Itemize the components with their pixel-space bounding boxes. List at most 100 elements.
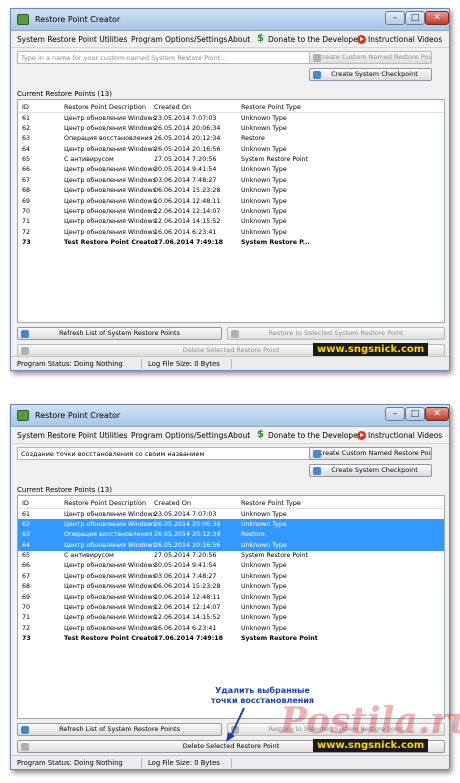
- table-row[interactable]: 67 Центр обновления Windows 03.06.2014 7:4…: [18, 571, 444, 581]
- window-title: Restore Point Creator: [35, 15, 121, 24]
- menu-about[interactable]: About: [228, 431, 250, 440]
- cell-id: 70: [22, 208, 31, 216]
- app-window-empty-input: Restore Point Creator – □ ✕ System Resto…: [10, 8, 450, 371]
- table-row[interactable]: 61 Центр обновления Windows 23.05.2014 7:0…: [18, 113, 444, 123]
- cell-type: Unknown Type: [241, 114, 287, 122]
- cell-id: 71: [22, 218, 31, 226]
- cell-type: Unknown Type: [241, 624, 287, 632]
- restore-points-list[interactable]: ID Restore Point Description Created On …: [17, 99, 445, 323]
- table-row[interactable]: 68 Центр обновления Windows 06.06.2014 15:…: [18, 186, 444, 196]
- list-header: ID Restore Point Description Created On …: [18, 100, 444, 113]
- table-row[interactable]: 70 Центр обновления Windows 12.06.2014 12:…: [18, 207, 444, 217]
- menu-about[interactable]: About: [228, 35, 250, 44]
- create-checkpoint-button[interactable]: Create System Checkpoint: [309, 68, 432, 81]
- cell-created-on: 17.06.2014 7:49:18: [154, 635, 223, 643]
- menu-options[interactable]: Program Options/Settings: [131, 431, 227, 440]
- table-row[interactable]: 73 Test Restore Point Creator 17.06.2014 7…: [18, 634, 444, 644]
- table-row[interactable]: 63 Операция восстановления 26.05.2014 20:1…: [18, 134, 444, 144]
- table-row[interactable]: 71 Центр обновления Windows 12.06.2014 14:…: [18, 613, 444, 623]
- maximize-button[interactable]: □: [405, 407, 425, 421]
- app-icon: [17, 14, 29, 25]
- dollar-icon: $: [257, 33, 264, 44]
- cell-description: Test Restore Point Creator: [64, 239, 158, 247]
- menu-utilities[interactable]: System Restore Point Utilities: [17, 35, 127, 44]
- cell-id: 64: [22, 541, 31, 549]
- table-row[interactable]: 69 Центр обновления Windows 10.06.2014 12:…: [18, 196, 444, 206]
- table-row[interactable]: 66 Центр обновления Windows 30.05.2014 9:4…: [18, 165, 444, 175]
- create-custom-button[interactable]: Create Custom Named Restore Point: [309, 447, 432, 460]
- menu-videos[interactable]: Instructional Videos: [368, 431, 442, 440]
- table-row[interactable]: 62 Центр обновления Windows 26.05.2014 20:…: [18, 519, 444, 530]
- cell-type: Unknown Type: [241, 520, 287, 528]
- create-custom-button[interactable]: Create Custom Named Restore Point: [309, 51, 432, 64]
- col-date-header[interactable]: Created On: [154, 499, 191, 507]
- cell-created-on: 27.05.2014 7:20:56: [154, 156, 217, 164]
- title-bar[interactable]: Restore Point Creator – □ ✕: [11, 405, 449, 427]
- cell-type: Unknown Type: [241, 604, 287, 612]
- table-row[interactable]: 72 Центр обновления Windows 16.06.2014 6:2…: [18, 623, 444, 633]
- table-row[interactable]: 63 Операция восстановления 26.05.2014 20:1…: [18, 529, 444, 541]
- status-separator: [141, 758, 142, 768]
- minimize-button[interactable]: –: [385, 407, 405, 421]
- close-button[interactable]: ✕: [425, 11, 449, 25]
- table-row[interactable]: 71 Центр обновления Windows 12.06.2014 14:…: [18, 217, 444, 227]
- table-row[interactable]: 68 Центр обновления Windows 06.06.2014 15:…: [18, 582, 444, 592]
- table-row[interactable]: 64 Центр обновления Windows 26.05.2014 20:…: [18, 540, 444, 551]
- cell-type: Unknown Type: [241, 187, 287, 195]
- restore-name-input[interactable]: [17, 51, 312, 64]
- menu-videos[interactable]: Instructional Videos: [368, 35, 442, 44]
- cell-created-on: 10.06.2014 12:48:11: [154, 593, 221, 601]
- cell-description: Центр обновления Windows: [64, 187, 156, 195]
- cell-id: 66: [22, 166, 31, 174]
- table-row[interactable]: 65 С антивирусом 27.05.2014 7:20:56 System …: [18, 155, 444, 165]
- table-row[interactable]: 67 Центр обновления Windows 03.06.2014 7:4…: [18, 175, 444, 185]
- refresh-list-button[interactable]: Refresh List of System Restore Points: [17, 723, 222, 736]
- title-bar[interactable]: Restore Point Creator – □ ✕: [11, 9, 449, 31]
- table-row[interactable]: 64 Центр обновления Windows 26.05.2014 20:…: [18, 144, 444, 154]
- dollar-icon: $: [257, 429, 264, 440]
- cell-description: Центр обновления Windows: [64, 145, 156, 153]
- cell-description: Центр обновления Windows: [64, 510, 156, 518]
- table-row[interactable]: 73 Test Restore Point Creator 17.06.2014 7…: [18, 238, 444, 248]
- video-icon: [357, 431, 366, 440]
- delete-icon: [21, 347, 29, 355]
- col-type-header[interactable]: Restore Point Type: [241, 499, 301, 507]
- cell-created-on: 26.05.2014 20:16:56: [154, 145, 221, 153]
- col-desc-header[interactable]: Restore Point Description: [64, 103, 146, 111]
- menu-donate[interactable]: Donate to the Developer: [268, 431, 361, 440]
- col-id-header[interactable]: ID: [22, 499, 29, 507]
- minimize-button[interactable]: –: [385, 11, 405, 25]
- col-desc-header[interactable]: Restore Point Description: [64, 499, 146, 507]
- cell-description: Центр обновления Windows: [64, 228, 156, 236]
- cell-id: 72: [22, 624, 31, 632]
- cell-type: Unknown Type: [241, 593, 287, 601]
- restore-selected-button[interactable]: Restore to Selected System Restore Point: [227, 327, 445, 340]
- create-checkpoint-button[interactable]: Create System Checkpoint: [309, 464, 432, 477]
- cell-description: Центр обновления Windows: [64, 114, 156, 122]
- close-button[interactable]: ✕: [425, 407, 449, 421]
- table-row[interactable]: 70 Центр обновления Windows 12.06.2014 12:…: [18, 603, 444, 613]
- col-id-header[interactable]: ID: [22, 103, 29, 111]
- table-row[interactable]: 61 Центр обновления Windows 23.05.2014 7:0…: [18, 509, 444, 519]
- cell-created-on: 27.05.2014 7:20:56: [154, 552, 217, 560]
- cell-type: Unknown Type: [241, 583, 287, 591]
- refresh-list-button[interactable]: Refresh List of System Restore Points: [17, 327, 222, 340]
- cell-description: Центр обновления Windows: [64, 208, 156, 216]
- cell-type: Restore: [241, 531, 265, 539]
- cell-description: Центр обновления Windows: [64, 197, 156, 205]
- cell-created-on: 12.06.2014 12:14:07: [154, 208, 221, 216]
- table-row[interactable]: 69 Центр обновления Windows 10.06.2014 12:…: [18, 592, 444, 602]
- maximize-button[interactable]: □: [405, 11, 425, 25]
- menu-utilities[interactable]: System Restore Point Utilities: [17, 431, 127, 440]
- cell-type: Unknown Type: [241, 145, 287, 153]
- menu-options[interactable]: Program Options/Settings: [131, 35, 227, 44]
- table-row[interactable]: 62 Центр обновления Windows 26.05.2014 20:…: [18, 123, 444, 133]
- col-date-header[interactable]: Created On: [154, 103, 191, 111]
- table-row[interactable]: 72 Центр обновления Windows 16.06.2014 6:2…: [18, 227, 444, 237]
- table-row[interactable]: 66 Центр обновления Windows 30.05.2014 9:4…: [18, 561, 444, 571]
- col-type-header[interactable]: Restore Point Type: [241, 103, 301, 111]
- menu-donate[interactable]: Donate to the Developer: [268, 35, 361, 44]
- cell-created-on: 23.05.2014 7:07:03: [154, 114, 217, 122]
- table-row[interactable]: 65 С антивирусом 27.05.2014 7:20:56 System …: [18, 551, 444, 561]
- restore-name-input[interactable]: [17, 447, 312, 460]
